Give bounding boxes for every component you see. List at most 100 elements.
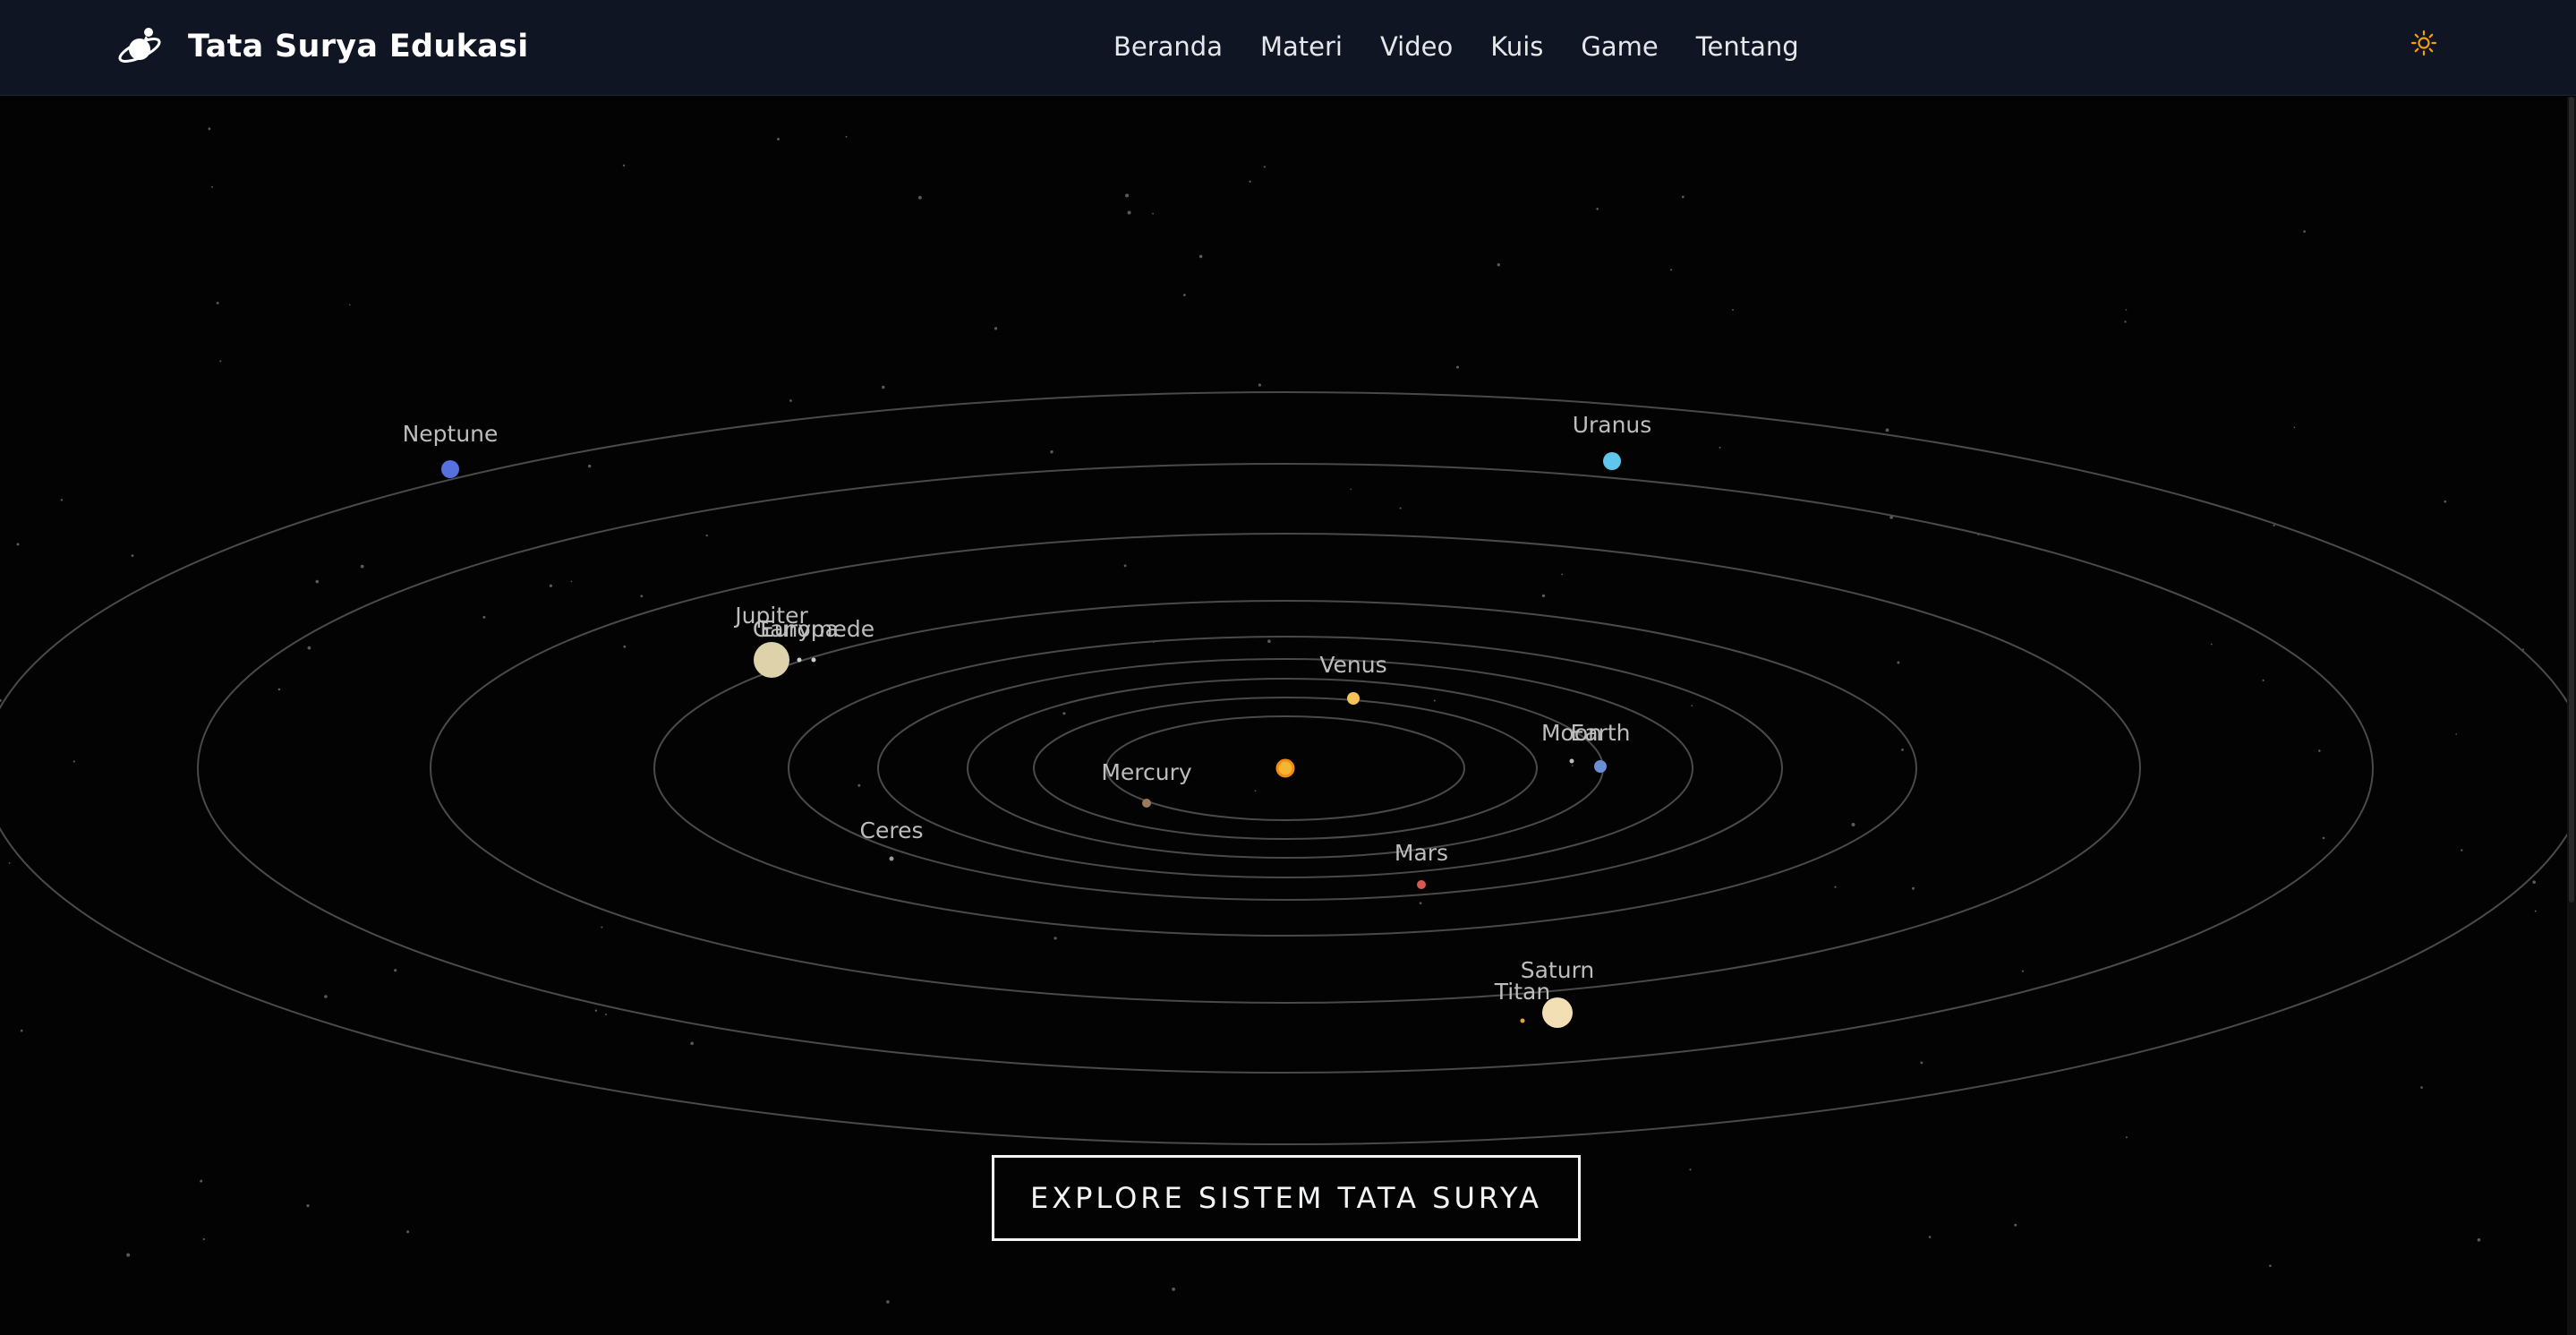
star: [789, 399, 792, 402]
star: [1399, 507, 1402, 509]
star: [1834, 886, 1837, 888]
star: [211, 185, 213, 188]
star: [2532, 880, 2536, 884]
star: [2534, 910, 2537, 912]
sun[interactable]: [1275, 758, 1295, 778]
star: [623, 645, 627, 648]
planet-astronaut-icon: [116, 23, 163, 70]
planet-mercury[interactable]: [1142, 799, 1151, 808]
star: [2455, 733, 2457, 735]
star: [705, 534, 708, 537]
star: [1571, 765, 1574, 767]
star: [349, 304, 351, 306]
star: [845, 135, 848, 138]
star: [1249, 180, 1251, 183]
planet-titan[interactable]: [1520, 1018, 1525, 1023]
star: [622, 164, 626, 167]
brand[interactable]: Tata Surya Edukasi: [116, 21, 529, 72]
planet-label-ceres: Ceres: [860, 817, 924, 843]
nav-link-tentang[interactable]: Tentang: [1696, 31, 1799, 62]
star: [406, 1230, 410, 1234]
planet-label-titan: Titan: [1494, 979, 1550, 1005]
star: [640, 595, 644, 598]
star: [1456, 365, 1459, 369]
star: [2125, 1136, 2128, 1139]
star: [2444, 500, 2447, 503]
star: [886, 1300, 890, 1304]
star: [1691, 705, 1693, 706]
brand-title: Tata Surya Edukasi: [188, 29, 529, 64]
star: [1050, 450, 1053, 454]
star: [126, 1253, 131, 1257]
planet-label-neptune: Neptune: [403, 421, 499, 447]
star: [918, 195, 922, 200]
planet-jupiter[interactable]: [754, 642, 789, 678]
star: [482, 615, 486, 619]
star: [690, 1041, 694, 1046]
star: [2322, 836, 2325, 840]
star: [1732, 309, 1734, 311]
scrollbar[interactable]: [2567, 97, 2576, 1335]
star: [1596, 208, 1599, 210]
planet-ganymede[interactable]: [811, 657, 816, 663]
star: [2125, 309, 2128, 311]
scrollbar-thumb[interactable]: [2569, 97, 2574, 903]
star: [1561, 573, 1563, 576]
star: [2021, 970, 2024, 972]
planet-mars[interactable]: [1417, 880, 1426, 889]
planet-uranus[interactable]: [1603, 452, 1621, 470]
planet-label-uranus: Uranus: [1573, 412, 1652, 438]
nav-link-kuis[interactable]: Kuis: [1490, 31, 1543, 62]
explore-solar-system-button[interactable]: EXPLORE SISTEM TATA SURYA: [992, 1155, 1581, 1241]
planet-europa[interactable]: [797, 657, 802, 663]
planet-label-ganymede: Ganymede: [753, 616, 874, 642]
nav-link-materi[interactable]: Materi: [1260, 31, 1343, 62]
star: [200, 1179, 203, 1183]
nav-link-video[interactable]: Video: [1380, 31, 1453, 62]
star: [394, 969, 397, 972]
theme-toggle-button[interactable]: [2406, 27, 2442, 63]
star: [1172, 1288, 1175, 1291]
celestial-bodies: MercuryVenusEarthMoonMarsCeresJupiterEur…: [403, 412, 1652, 1028]
star: [0, 699, 2, 702]
star: [1497, 263, 1501, 267]
planet-neptune[interactable]: [441, 460, 459, 478]
star: [2269, 1264, 2272, 1267]
star: [202, 1237, 205, 1241]
star: [1350, 488, 1352, 491]
star: [2210, 643, 2213, 646]
star: [1267, 639, 1271, 643]
star: [60, 499, 64, 501]
star: [588, 464, 592, 468]
star: [2262, 679, 2265, 682]
star: [1689, 1168, 1692, 1171]
star: [1053, 937, 1057, 940]
star: [601, 926, 603, 929]
star: [1123, 564, 1127, 568]
planet-label-venus: Venus: [1319, 652, 1386, 678]
star: [1127, 210, 1131, 215]
planet-earth[interactable]: [1594, 760, 1607, 773]
star: [1433, 699, 1436, 702]
star: [360, 564, 364, 569]
main-nav: Beranda Materi Video Kuis Game Tentang: [1113, 27, 1799, 66]
planet-moon[interactable]: [1569, 758, 1574, 764]
star: [324, 995, 328, 998]
star: [1062, 712, 1066, 715]
nav-link-beranda[interactable]: Beranda: [1113, 31, 1223, 62]
star: [2124, 321, 2127, 323]
star: [315, 579, 320, 584]
star: [994, 327, 998, 330]
planet-venus[interactable]: [1347, 692, 1360, 705]
nav-link-game[interactable]: Game: [1581, 31, 1658, 62]
star: [1541, 594, 1546, 598]
star: [307, 646, 311, 650]
navbar: Tata Surya Edukasi Beranda Materi Video …: [0, 0, 2576, 96]
star: [1198, 254, 1203, 259]
planet-ceres[interactable]: [889, 856, 894, 861]
star: [1125, 193, 1130, 198]
star: [777, 137, 780, 141]
star: [1419, 902, 1422, 904]
star: [1928, 1236, 1932, 1238]
solar-system-scene[interactable]: MercuryVenusEarthMoonMarsCeresJupiterEur…: [0, 97, 2576, 1335]
